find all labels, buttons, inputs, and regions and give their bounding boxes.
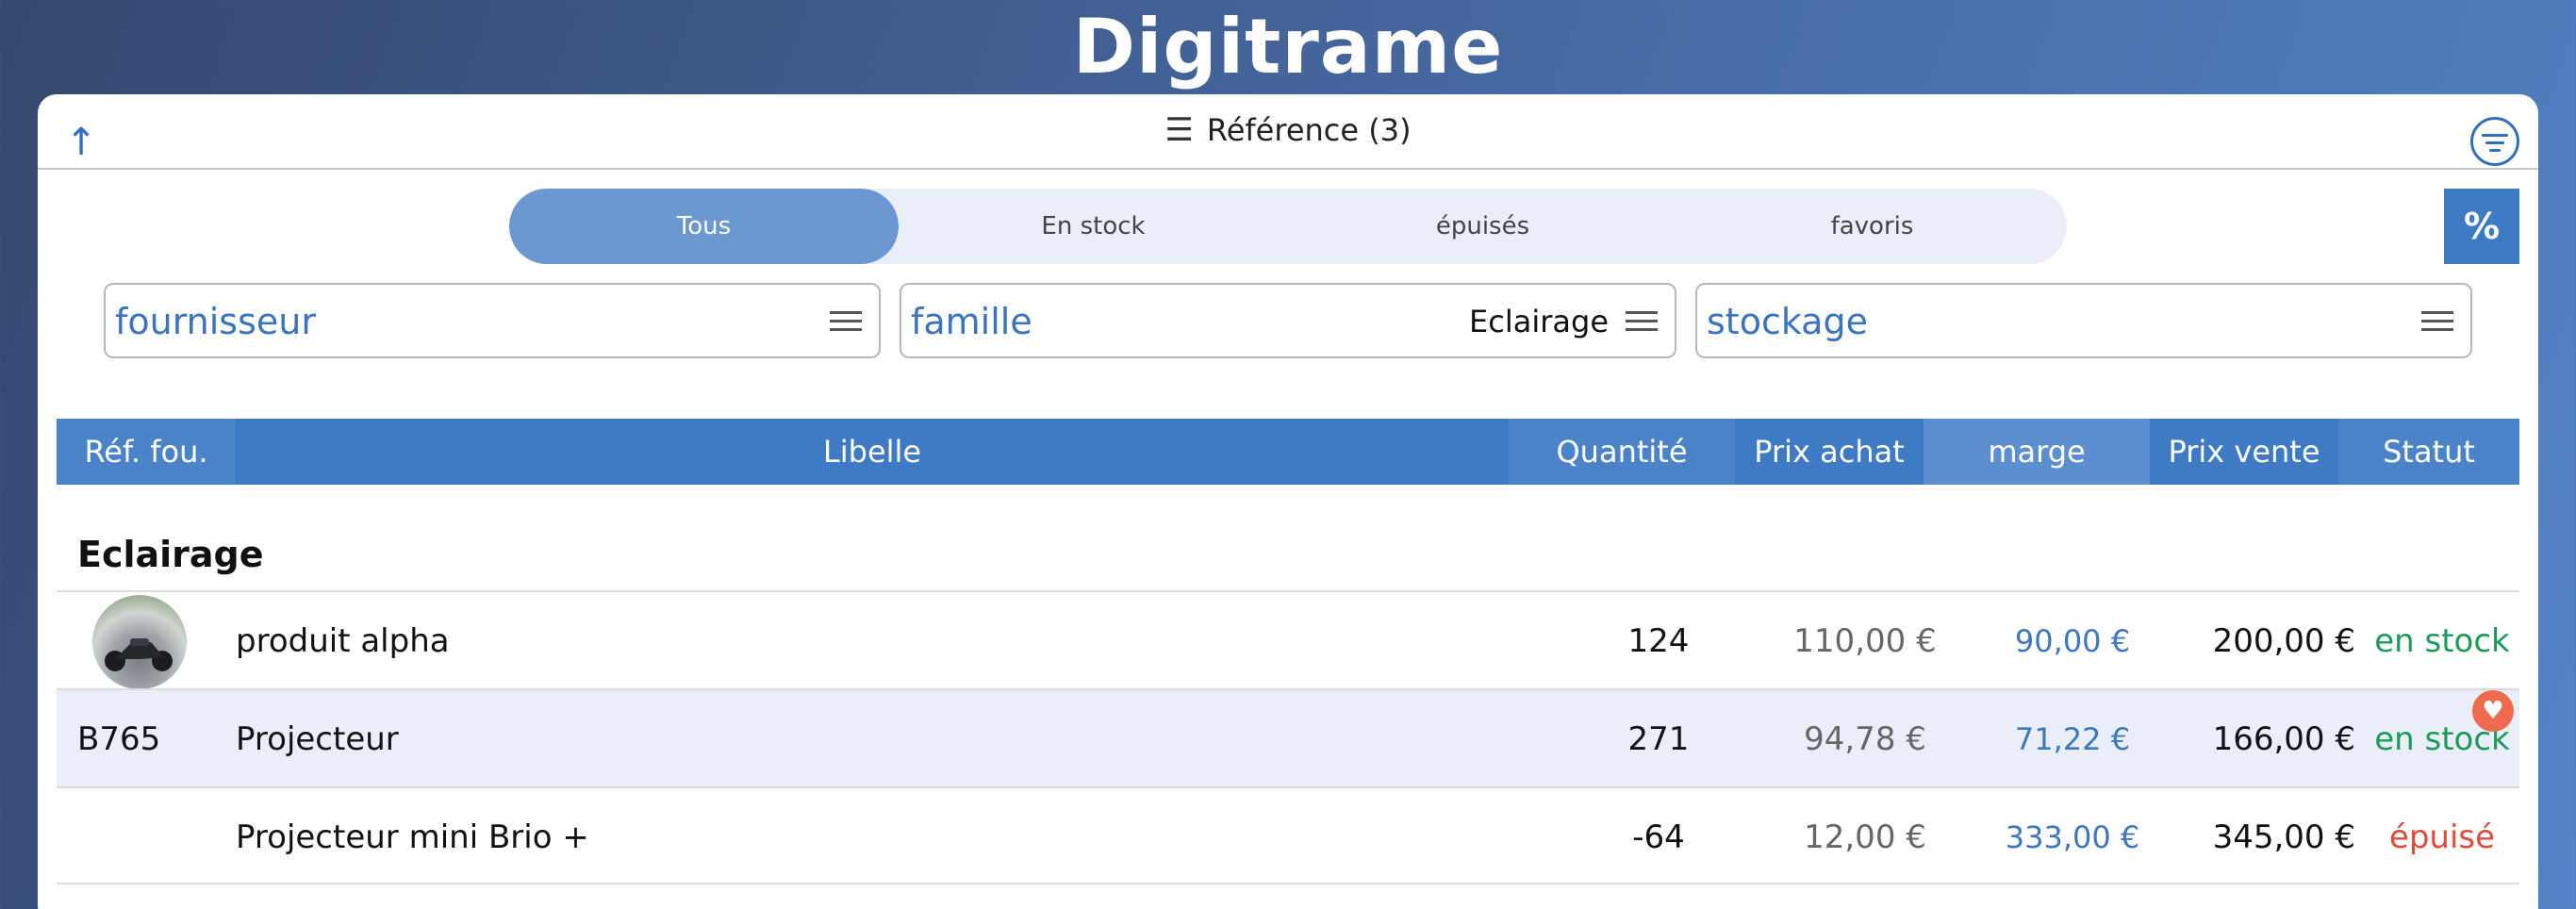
table-row[interactable]: produit alpha 124 110,00 € 90,00 € 200,0…: [57, 590, 2519, 689]
tab-epuises[interactable]: épuisés: [1288, 189, 1677, 264]
header-libelle[interactable]: Libelle: [236, 419, 1509, 485]
filter-icon[interactable]: [2470, 117, 2519, 166]
row-prix-achat: 94,78 €: [1804, 720, 1926, 758]
menu-icon: [2421, 311, 2453, 332]
row-quantite: 124: [1627, 622, 1690, 660]
row-prix-achat: 12,00 €: [1804, 818, 1926, 856]
stock-filter-tabs: Tous En stock épuisés favoris: [509, 189, 2067, 264]
group-title: Eclairage: [77, 534, 264, 575]
tab-en-stock[interactable]: En stock: [899, 189, 1288, 264]
stockage-placeholder: stockage: [1707, 301, 1868, 342]
table-row[interactable]: B765 Projecteur 271 94,78 € 71,22 € 166,…: [57, 688, 2519, 786]
row-statut: en stock: [2374, 622, 2510, 660]
menu-icon: [830, 311, 862, 332]
header-prix-achat[interactable]: Prix achat: [1735, 419, 1924, 485]
header-marge[interactable]: marge: [1924, 419, 2150, 485]
famille-select[interactable]: famille Eclairage: [900, 283, 1676, 358]
tab-tous[interactable]: Tous: [509, 189, 899, 264]
header-quantite[interactable]: Quantité: [1509, 419, 1735, 485]
table-row[interactable]: Projecteur mini Brio + -64 12,00 € 333,0…: [57, 786, 2519, 884]
row-libelle: Projecteur mini Brio +: [236, 818, 589, 856]
page-title-text: Référence (3): [1206, 112, 1412, 148]
header-prix-vente[interactable]: Prix vente: [2150, 419, 2338, 485]
row-statut: épuisé: [2388, 818, 2496, 856]
row-ref: B765: [77, 720, 161, 758]
row-marge: 71,22 €: [2014, 721, 2131, 757]
tab-favoris[interactable]: favoris: [1677, 189, 2067, 264]
table-header: Réf. fou. Libelle Quantité Prix achat ma…: [57, 419, 2519, 485]
row-libelle: produit alpha: [236, 622, 450, 660]
header-statut[interactable]: Statut: [2338, 419, 2519, 485]
row-marge: 333,00 €: [2005, 819, 2140, 855]
fournisseur-placeholder: fournisseur: [115, 301, 316, 342]
row-quantite: 271: [1627, 720, 1690, 758]
row-prix-vente: 345,00 €: [2212, 818, 2355, 856]
famille-placeholder: famille: [911, 301, 1032, 342]
fournisseur-select[interactable]: fournisseur: [104, 283, 881, 358]
motorcycle-icon: [105, 638, 173, 671]
row-prix-vente: 166,00 €: [2212, 720, 2355, 758]
page-title: ☰ Référence (3): [38, 111, 2538, 149]
top-bar: ↑ ☰ Référence (3): [38, 94, 2538, 170]
app-logo: Digitrame: [1072, 3, 1504, 91]
product-thumbnail: [92, 595, 187, 689]
row-marge: 90,00 €: [2014, 623, 2131, 659]
heart-icon[interactable]: ♥: [2472, 690, 2514, 732]
row-prix-achat: 110,00 €: [1793, 622, 1937, 660]
header-ref[interactable]: Réf. fou.: [57, 419, 236, 485]
row-libelle: Projecteur: [236, 720, 399, 758]
famille-value: Eclairage: [1469, 304, 1609, 339]
main-panel: ↑ ☰ Référence (3) Tous En stock épuisés f…: [38, 94, 2538, 909]
row-quantite: -64: [1632, 818, 1685, 856]
percent-button[interactable]: %: [2444, 189, 2519, 264]
stockage-select[interactable]: stockage: [1695, 283, 2472, 358]
numbered-list-icon: ☰: [1164, 111, 1194, 149]
row-prix-vente: 200,00 €: [2212, 622, 2355, 660]
menu-icon: [1626, 311, 1658, 332]
